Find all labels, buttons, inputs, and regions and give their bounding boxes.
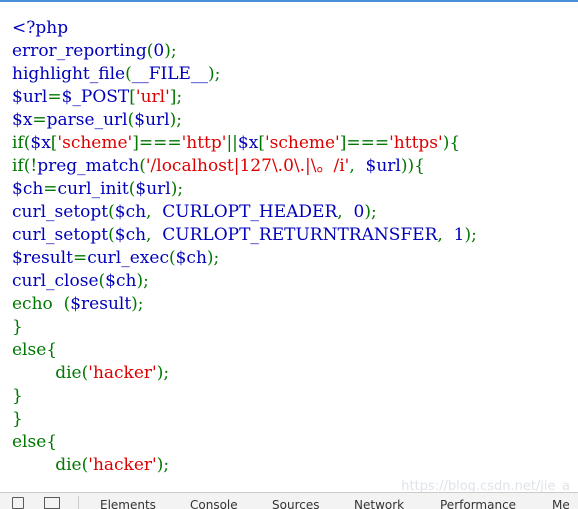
token-curl-close: curl_close <box>12 271 99 291</box>
code-line-11: $result=curl_exec($ch); <box>12 248 220 268</box>
token-url-string: 'url' <box>135 87 170 107</box>
token-x-var: $x <box>237 133 259 153</box>
code-line-16: die('hacker'); <box>55 363 170 383</box>
tab-network[interactable]: Network <box>354 498 404 509</box>
token-hacker-string: 'hacker' <box>88 363 157 383</box>
token-https-string: 'https' <box>389 133 443 153</box>
code-line-5: $x=parse_url($url); <box>12 110 182 130</box>
token-post-var: $_POST <box>61 87 130 107</box>
code-line-2: error_reporting(0); <box>12 41 177 61</box>
token-curl-setopt: curl_setopt <box>12 225 109 245</box>
inspect-element-icon[interactable] <box>12 497 24 509</box>
tab-memory[interactable]: Me <box>552 498 570 509</box>
token-zero: 0 <box>353 202 365 222</box>
token-file-const: __FILE__ <box>131 64 208 84</box>
token-ch-var: $ch <box>12 179 44 199</box>
token-url-var: $url <box>365 156 401 176</box>
code-line-19: else{ <box>12 432 58 452</box>
token-one: 1 <box>453 225 465 245</box>
token-result-var: $result <box>12 248 73 268</box>
token-url-var: $url <box>12 87 48 107</box>
token-preg-match: preg_match <box>37 156 140 176</box>
token-else: else <box>12 340 47 360</box>
devtools-toolbar: Elements Console Sources Network Perform… <box>0 492 578 509</box>
code-line-10: curl_setopt($ch, CURLOPT_RETURNTRANSFER,… <box>12 225 477 245</box>
token-die: die <box>55 363 82 383</box>
top-border <box>0 0 578 2</box>
token-die: die <box>55 455 82 475</box>
tab-console[interactable]: Console <box>190 498 238 509</box>
token-curlopt-returntransfer: CURLOPT_RETURNTRANSFER <box>162 225 438 245</box>
php-source-code: <?php error_reporting(0); highlight_file(_… <box>12 17 477 477</box>
token-x-var: $x <box>12 110 33 130</box>
token-ch-var: $ch <box>175 248 207 268</box>
code-line-12: curl_close($ch); <box>12 271 149 291</box>
toolbar-divider <box>78 496 79 509</box>
token-scheme-string: 'scheme' <box>264 133 340 153</box>
token-highlight-file: highlight_file <box>12 64 126 84</box>
code-line-7: if(!preg_match('/localhost|127\.0\.|\。/i… <box>12 156 425 176</box>
code-line-1: <?php <box>12 17 477 40</box>
token-url-var: $url <box>135 179 171 199</box>
token-error-reporting: error_reporting <box>12 41 147 61</box>
token-scheme-string: 'scheme' <box>57 133 133 153</box>
code-line-15: else{ <box>12 340 58 360</box>
code-line-18: } <box>12 409 23 429</box>
token-ch-var: $ch <box>114 202 147 222</box>
token-result-var: $result <box>70 294 132 314</box>
token-ch-var: $ch <box>105 271 137 291</box>
token-ch-var: $ch <box>114 225 147 245</box>
device-toolbar-icon[interactable] <box>44 497 60 509</box>
token-http-string: 'http' <box>181 133 227 153</box>
token-curl-init: curl_init <box>57 179 129 199</box>
token-echo: echo <box>12 294 53 314</box>
token-parse-url: parse_url <box>46 110 128 130</box>
code-line-20: die('hacker'); <box>55 455 170 475</box>
token-curl-setopt: curl_setopt <box>12 202 109 222</box>
token-zero: 0 <box>153 41 165 61</box>
code-line-8: $ch=curl_init($url); <box>12 179 184 199</box>
token-url-var: $url <box>134 110 170 130</box>
code-line-9: curl_setopt($ch, CURLOPT_HEADER, 0); <box>12 202 377 222</box>
code-line-13: echo ($result); <box>12 294 144 314</box>
token-curlopt-header: CURLOPT_HEADER <box>162 202 338 222</box>
tab-sources[interactable]: Sources <box>272 498 319 509</box>
token-else: else <box>12 432 47 452</box>
token-curl-exec: curl_exec <box>87 248 169 268</box>
code-line-4: $url=$_POST['url']; <box>12 87 183 107</box>
token-x-var: $x <box>30 133 51 153</box>
tab-performance[interactable]: Performance <box>440 498 516 509</box>
code-line-14: } <box>12 317 23 337</box>
code-line-6: if($x['scheme']==='http'||$x['scheme']==… <box>12 133 461 153</box>
token-hacker-string: 'hacker' <box>88 455 157 475</box>
code-line-17: } <box>12 386 23 406</box>
php-open-tag: <?php <box>12 18 69 38</box>
code-line-3: highlight_file(__FILE__); <box>12 64 221 84</box>
token-regex-string: '/localhost|127\.0\.|\。/i' <box>145 156 350 176</box>
tab-elements[interactable]: Elements <box>100 498 156 509</box>
